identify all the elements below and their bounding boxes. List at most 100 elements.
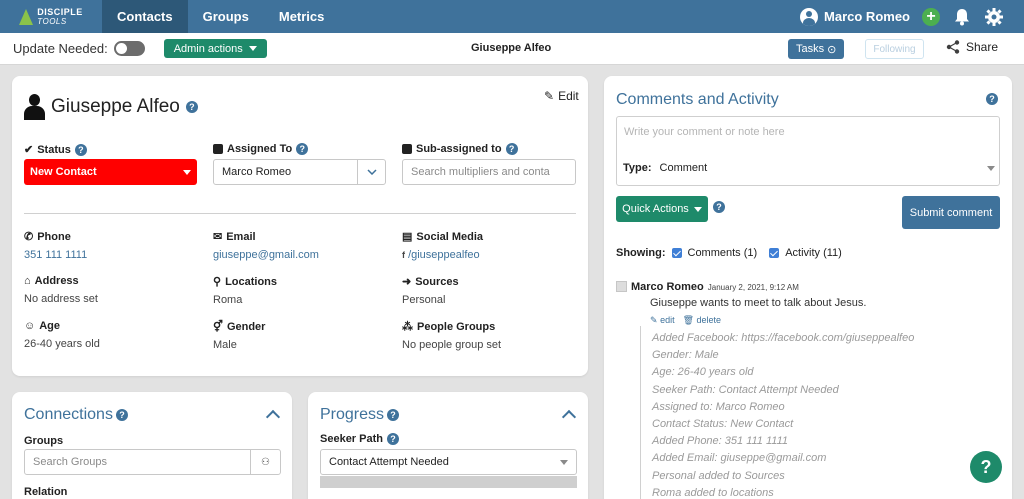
- nav-tab-groups[interactable]: Groups: [188, 0, 264, 33]
- type-value: Comment: [659, 162, 708, 174]
- groups-label: Groups: [24, 435, 64, 447]
- gender-value: Male: [213, 339, 237, 351]
- people-groups-value: No people group set: [402, 339, 502, 351]
- help-icon[interactable]: ?: [185, 101, 198, 113]
- map-pin-icon: ⚲: [213, 276, 222, 288]
- activity-filters: Showing: Comments (1) Activity (11): [616, 247, 842, 259]
- nav-tab-contacts[interactable]: Contacts: [102, 0, 188, 33]
- people-groups-field: ⁂ People Groups No people group set: [402, 320, 582, 352]
- comments-title: Comments and Activity: [616, 91, 779, 108]
- activity-item: Age: 26-40 years old: [652, 366, 754, 379]
- top-nav: DISCIPLE TOOLS Contacts Groups Metrics M…: [0, 0, 1024, 33]
- comment-delete-link[interactable]: 🗑 delete: [683, 315, 721, 326]
- share-icon: [946, 40, 960, 54]
- social-media-field: ▤ Social Media f /giuseppealfeo: [402, 230, 484, 262]
- progress-title: Progress: [320, 406, 385, 423]
- age-value: 26-40 years old: [24, 338, 100, 350]
- app-logo[interactable]: DISCIPLE TOOLS: [0, 0, 102, 33]
- status-label: Status: [37, 143, 71, 156]
- locations-field: ⚲ Locations Roma: [213, 275, 393, 307]
- groups-search-placeholder: Search Groups: [33, 456, 107, 468]
- add-group-icon[interactable]: ⚇: [250, 449, 280, 475]
- comments-help-icon[interactable]: ?: [986, 93, 998, 105]
- nav-tab-metrics[interactable]: Metrics: [264, 0, 340, 33]
- quick-actions-button[interactable]: Quick Actions: [616, 196, 708, 222]
- status-help-icon[interactable]: ?: [74, 143, 87, 156]
- activity-item: Seeker Path: Contact Attempt Needed: [652, 383, 839, 396]
- quick-actions-help-icon[interactable]: ?: [713, 201, 725, 213]
- progress-title-row: Progress ?: [320, 406, 400, 424]
- add-new-icon[interactable]: +: [922, 7, 940, 26]
- seeker-path-select[interactable]: Contact Attempt Needed: [320, 449, 577, 475]
- assigned-help-icon[interactable]: ?: [296, 143, 309, 155]
- clock-icon: ⊙: [827, 43, 837, 56]
- share-button[interactable]: Share: [946, 40, 998, 54]
- assigned-person-icon: [213, 144, 223, 154]
- person-icon: [24, 94, 45, 120]
- relation-label: Relation: [24, 486, 68, 498]
- following-button[interactable]: Following: [865, 39, 924, 59]
- address-field: ⌂ Address No address set: [24, 275, 204, 305]
- user-menu[interactable]: Marco Romeo: [800, 7, 910, 26]
- edit-details-button[interactable]: ✎ Edit: [544, 89, 579, 103]
- record-toolbar: Update Needed: Admin actions Giuseppe Al…: [0, 33, 1024, 65]
- status-select[interactable]: New Contact: [24, 159, 197, 185]
- subassigned-help-icon[interactable]: ?: [505, 143, 518, 155]
- phone-field: ✆ Phone 351 111 1111: [24, 230, 204, 262]
- progress-help-icon[interactable]: ?: [387, 409, 400, 421]
- activity-item: Personal added to Sources: [652, 469, 785, 482]
- social-media-value[interactable]: /giuseppealfeo: [408, 249, 480, 261]
- divider: [24, 213, 576, 214]
- admin-actions-button[interactable]: Admin actions: [163, 39, 267, 58]
- sources-field: ➜ Sources Personal: [402, 275, 582, 307]
- activity-filter-checkbox[interactable]: [769, 248, 780, 258]
- comment-author: Marco Romeo: [631, 281, 704, 293]
- comment-header: Marco Romeo January 2, 2021, 9:12 AM: [631, 281, 799, 293]
- comment-actions: ✎ edit 🗑 delete: [650, 315, 721, 326]
- comment-date: January 2, 2021, 9:12 AM: [707, 283, 799, 292]
- assigned-to-field[interactable]: Marco Romeo: [213, 159, 386, 185]
- connections-title-row: Connections ?: [24, 406, 128, 424]
- update-needed-label: Update Needed:: [13, 41, 108, 56]
- logo-line1: DISCIPLE: [37, 6, 83, 17]
- comment-edit-link[interactable]: ✎ edit: [650, 315, 675, 326]
- pencil-icon: ✎: [544, 89, 555, 103]
- status-check-icon: ✔: [24, 144, 34, 156]
- locations-value: Roma: [213, 294, 243, 306]
- notifications-bell-icon[interactable]: [952, 7, 972, 27]
- age-person-icon: ☺: [24, 320, 36, 332]
- home-icon: ⌂: [24, 275, 31, 287]
- pencil-icon: ✎: [650, 315, 658, 325]
- people-groups-icon: ⁂: [402, 321, 413, 333]
- comment-placeholder: Write your comment or note here: [624, 126, 785, 138]
- user-name: Marco Romeo: [824, 9, 910, 24]
- comments-filter-checkbox[interactable]: [671, 248, 682, 258]
- submit-comment-button[interactable]: Submit comment: [902, 196, 1000, 229]
- activity-item: Added Phone: 351 111 1111: [652, 435, 788, 448]
- activity-item: Gender: Male: [652, 349, 719, 362]
- help-button[interactable]: ?: [970, 451, 1002, 483]
- contact-name-header: Giuseppe Alfeo ?: [24, 94, 198, 120]
- update-needed-toggle[interactable]: [113, 41, 145, 56]
- settings-gear-icon[interactable]: [984, 7, 1004, 27]
- gender-icon: ⚥: [213, 321, 223, 333]
- activity-item: Contact Status: New Contact: [652, 418, 794, 431]
- groups-search-field[interactable]: Search Groups ⚇: [24, 449, 281, 475]
- logo-mark-icon: [19, 8, 34, 25]
- sources-value: Personal: [402, 294, 446, 306]
- connections-help-icon[interactable]: ?: [115, 409, 128, 421]
- subassigned-search-input[interactable]: Search multipliers and conta: [402, 159, 576, 185]
- chevron-down-icon[interactable]: [357, 159, 385, 185]
- type-label: Type:: [623, 162, 652, 174]
- seeker-path-label: Seeker Path: [320, 433, 383, 445]
- activity-filter-label: Activity (11): [785, 247, 842, 259]
- contact-name: Giuseppe Alfeo: [51, 96, 180, 117]
- chat-icon: ▤: [402, 231, 413, 243]
- seeker-path-help-icon[interactable]: ?: [386, 433, 399, 445]
- caret-down-icon: [248, 46, 257, 51]
- phone-value[interactable]: 351 111 1111: [24, 249, 204, 261]
- tasks-button[interactable]: Tasks ⊙: [788, 39, 845, 59]
- subassigned-label: Sub-assigned to: [416, 143, 502, 155]
- email-value[interactable]: giuseppe@gmail.com: [213, 249, 393, 261]
- comment-type-select[interactable]: Type: Comment: [623, 162, 995, 174]
